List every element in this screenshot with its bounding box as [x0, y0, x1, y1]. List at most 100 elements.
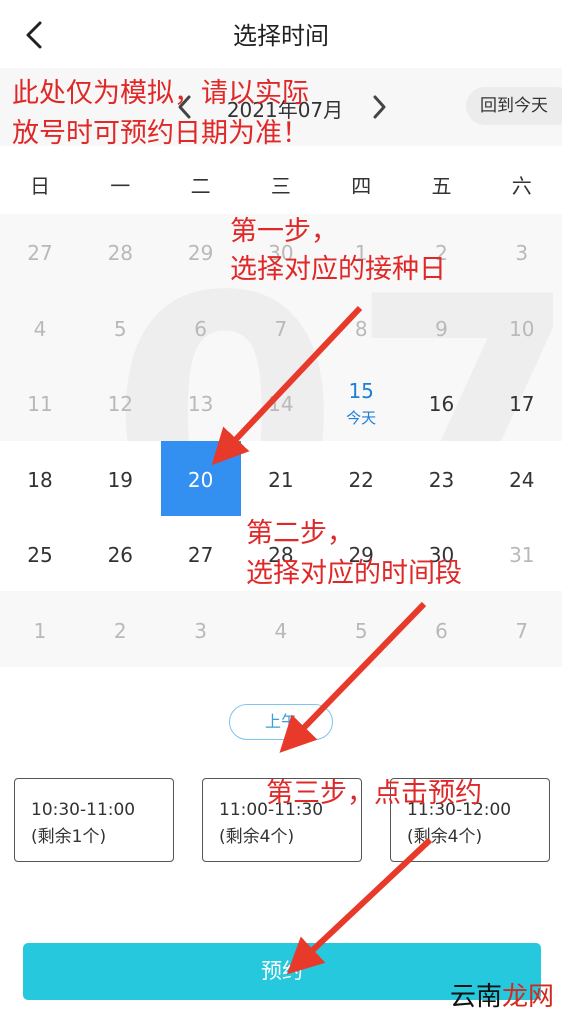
- calendar-day: 10: [482, 290, 562, 365]
- calendar-day: 6: [161, 290, 241, 365]
- calendar-day: 3: [482, 214, 562, 289]
- step1-line-2: 选择对应的接种日: [230, 254, 446, 285]
- day-number: 5: [113, 316, 127, 341]
- slot-time: 10:30-11:00: [31, 800, 136, 820]
- calendar-day: 2: [80, 592, 160, 667]
- calendar-day[interactable]: 18: [0, 441, 80, 516]
- step1-line-1: 第一步，: [230, 216, 338, 247]
- page-title: 选择时间: [233, 22, 329, 50]
- time-slot-card[interactable]: 10:30-11:00 (剩余1个): [14, 778, 174, 862]
- weekday-label: 日: [30, 174, 50, 198]
- day-number: 27: [187, 543, 214, 567]
- calendar-day[interactable]: 21: [241, 441, 321, 516]
- shift-morning-pill[interactable]: 上午: [229, 704, 333, 740]
- day-number: 12: [107, 392, 134, 416]
- calendar-day: 4: [241, 592, 321, 667]
- site-watermark-logo: 云南龙网: [450, 976, 554, 1013]
- watermark-part1: 云南: [449, 982, 502, 1012]
- weekday-label: 六: [511, 174, 532, 198]
- calendar-day[interactable]: 19: [80, 441, 160, 516]
- calendar-day: 1: [0, 592, 80, 667]
- calendar-day[interactable]: 17: [482, 365, 562, 440]
- notice-line-2: 放号时可预约日期为准！: [12, 118, 309, 149]
- day-number: 14: [268, 392, 294, 416]
- calendar-day[interactable]: 25: [0, 516, 80, 591]
- day-number: 11: [27, 392, 53, 416]
- weekday-label: 四: [351, 174, 372, 198]
- calendar-day: 4: [0, 290, 80, 365]
- step3-label: 第三步，点击预约: [266, 778, 482, 809]
- weekday-label: 二: [190, 174, 211, 198]
- day-number: 15: [348, 379, 374, 403]
- calendar-day: 7: [482, 592, 562, 667]
- day-number: 24: [509, 467, 535, 492]
- day-number: 9: [435, 316, 448, 341]
- day-number: 31: [509, 543, 535, 567]
- calendar-day: 5: [321, 592, 401, 667]
- back-to-today-button[interactable]: 回到今天: [466, 87, 562, 125]
- weekday-label: 一: [110, 174, 131, 198]
- day-number: 17: [509, 392, 535, 416]
- weekday-header: 日一二三四五六: [0, 146, 562, 214]
- calendar-day: 7: [241, 290, 321, 365]
- calendar-day[interactable]: 27: [161, 516, 241, 591]
- day-number: 26: [107, 543, 134, 567]
- day-number: 5: [354, 618, 368, 643]
- day-number: 21: [268, 467, 294, 492]
- calendar-day[interactable]: 22: [321, 441, 401, 516]
- slot-remaining: (剩余4个): [219, 827, 295, 847]
- slot-remaining: (剩余4个): [407, 827, 483, 847]
- day-number: 20: [187, 467, 214, 492]
- day-number: 19: [107, 467, 134, 492]
- step2-line-1: 第二步，: [246, 518, 354, 549]
- day-number: 7: [274, 316, 288, 341]
- today-label: 今天: [346, 409, 377, 427]
- calendar-day-today[interactable]: 15 今天: [321, 365, 401, 440]
- day-number: 1: [33, 618, 47, 643]
- day-number: 28: [107, 241, 134, 265]
- day-number: 3: [515, 241, 529, 265]
- calendar-day[interactable]: 23: [402, 441, 482, 516]
- calendar-day: 12: [80, 365, 160, 440]
- calendar-day: 13: [161, 365, 241, 440]
- calendar-day: 6: [402, 592, 482, 667]
- day-number: 2: [113, 618, 127, 643]
- calendar-day: 29: [161, 214, 241, 289]
- calendar-day-selected[interactable]: 20: [160, 440, 241, 516]
- calendar-day: 11: [0, 365, 80, 440]
- calendar-day: 28: [80, 214, 160, 289]
- next-month-chevron-icon[interactable]: [364, 92, 394, 122]
- calendar-day: 14: [241, 365, 321, 440]
- calendar-day: 3: [161, 592, 241, 667]
- day-number: 3: [194, 618, 207, 643]
- day-number: 25: [27, 543, 53, 567]
- day-number: 29: [187, 241, 214, 265]
- day-number: 6: [435, 618, 448, 643]
- day-number: 27: [27, 241, 53, 265]
- calendar-day: 31: [482, 516, 562, 591]
- calendar-day[interactable]: 26: [80, 516, 160, 591]
- day-number: 6: [194, 316, 207, 341]
- weekday-label: 三: [270, 174, 291, 198]
- calendar-day: 9: [402, 290, 482, 365]
- calendar-day: 8: [321, 290, 401, 365]
- watermark-part2: 龙网: [501, 982, 554, 1012]
- day-number: 4: [274, 618, 288, 643]
- day-number: 16: [428, 392, 455, 416]
- slot-remaining: (剩余1个): [31, 827, 107, 847]
- weekday-label: 五: [431, 174, 452, 198]
- calendar-day: 27: [0, 214, 80, 289]
- day-number: 7: [515, 618, 529, 643]
- day-number: 13: [187, 392, 214, 416]
- day-number: 22: [348, 467, 374, 492]
- calendar-day[interactable]: 24: [482, 441, 562, 516]
- day-number: 18: [27, 467, 53, 492]
- calendar-day[interactable]: 16: [402, 365, 482, 440]
- day-number: 23: [428, 467, 455, 492]
- step2-line-2: 选择对应的时间段: [246, 558, 462, 589]
- notice-line-1: 此处仅为模拟，请以实际: [12, 78, 309, 109]
- day-number: 8: [354, 316, 368, 341]
- calendar-day: 5: [80, 290, 160, 365]
- day-number: 4: [33, 316, 47, 341]
- day-number: 10: [509, 316, 535, 341]
